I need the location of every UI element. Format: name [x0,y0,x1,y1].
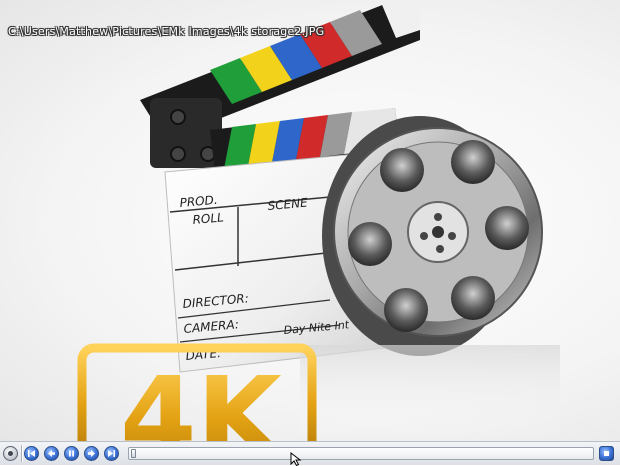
separator [21,445,23,462]
stop-icon [604,451,609,456]
seek-thumb[interactable] [131,449,136,458]
seek-bar[interactable] [128,447,594,460]
arrow-right-icon [88,450,95,457]
field-roll: ROLL [192,210,224,227]
slideshow-controls [0,441,620,465]
last-button[interactable] [104,446,119,461]
pause-button[interactable] [64,446,79,461]
film-reel [322,116,543,356]
image-viewer: PROD. ROLL SCENE DIRECTOR: CAMERA: DATE:… [0,0,620,441]
skip-forward-icon [108,450,115,457]
displayed-image: PROD. ROLL SCENE DIRECTOR: CAMERA: DATE:… [77,0,560,441]
4k-badge: 4K [77,343,317,441]
file-path-label: C:\Users\Matthew\Pictures\EMk Images\4k … [8,25,325,38]
previous-button[interactable] [44,446,59,461]
next-button[interactable] [84,446,99,461]
menu-button[interactable] [3,446,18,461]
circle-icon [8,451,13,456]
pause-icon [69,450,74,457]
first-button[interactable] [24,446,39,461]
reflection [300,345,560,441]
arrow-left-icon [48,450,55,457]
skip-back-icon [28,450,35,457]
exit-button[interactable] [599,446,614,461]
mouse-cursor-icon [290,452,302,466]
4k-text: 4K [120,353,286,441]
